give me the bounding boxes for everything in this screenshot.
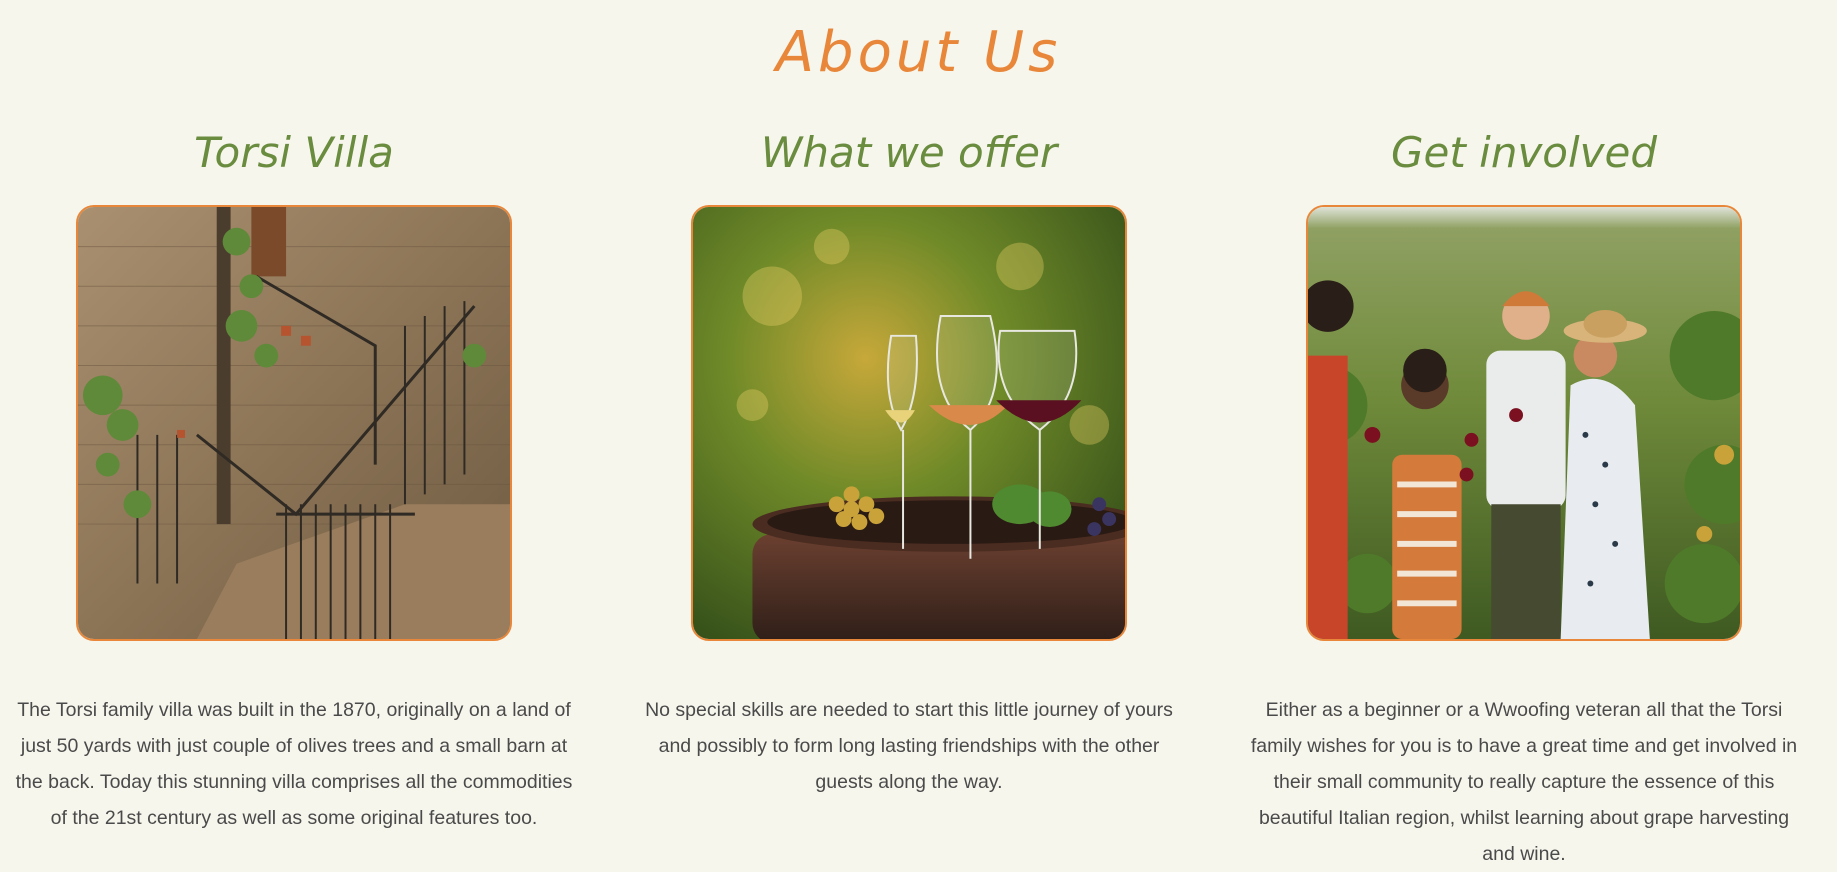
column-heading: Torsi Villa: [194, 128, 394, 177]
friends-in-vineyard-photo: [1306, 205, 1742, 641]
column-description: The Torsi family villa was built in the …: [15, 699, 573, 829]
column-description: Either as a beginner or a Wwoofing veter…: [1250, 699, 1798, 865]
section-title: About Us: [775, 20, 1062, 85]
about-us-section: About Us Torsi Villa The Torsi family vi…: [0, 0, 1837, 865]
column-description: No special skills are needed to start th…: [645, 699, 1173, 793]
column-heading: What we offer: [760, 128, 1058, 177]
column-heading: Get involved: [1390, 128, 1658, 177]
wine-glasses-on-barrel-photo: [691, 205, 1127, 641]
stone-villa-staircase-photo: [76, 205, 512, 641]
